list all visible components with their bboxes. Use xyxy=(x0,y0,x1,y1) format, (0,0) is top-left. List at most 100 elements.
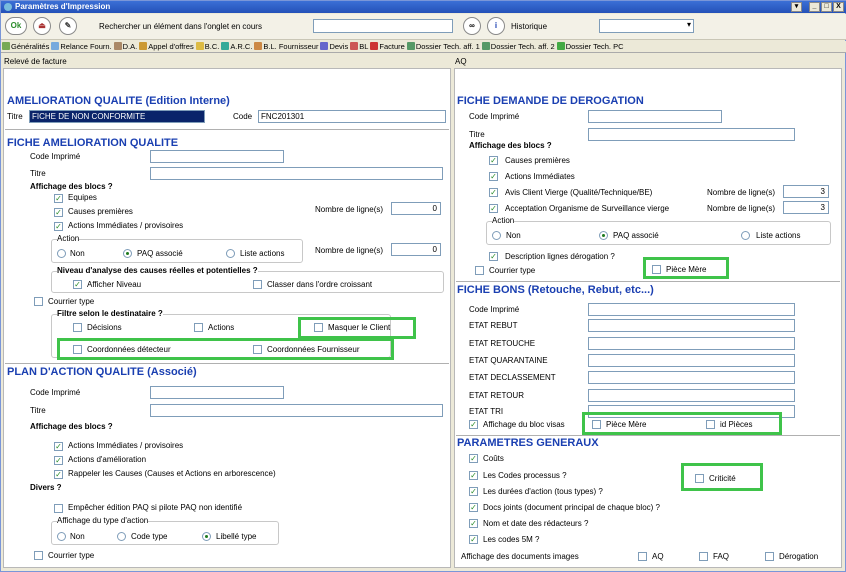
libelle-label: Libellé type xyxy=(216,532,257,541)
nb-lignes2-input[interactable]: 0 xyxy=(391,243,441,256)
restore-button[interactable]: ▾ xyxy=(791,2,802,12)
non2-label: Non xyxy=(70,532,85,541)
decisions-checkbox[interactable] xyxy=(73,323,82,332)
code-input[interactable]: FNC201301 xyxy=(258,110,446,123)
p-code-input[interactable] xyxy=(150,386,284,399)
r-non-radio[interactable] xyxy=(492,231,501,240)
search-input[interactable] xyxy=(313,19,453,33)
codes5m-label: Les codes 5M ? xyxy=(483,535,540,544)
r-causes-checkbox[interactable]: ✓ xyxy=(489,156,498,165)
ok-button[interactable]: Ok xyxy=(5,17,27,35)
avis-checkbox[interactable]: ✓ xyxy=(489,188,498,197)
tab-item[interactable]: Dossier Tech. aff. 2 xyxy=(481,41,556,52)
visas-checkbox[interactable]: ✓ xyxy=(469,420,478,429)
tab-item[interactable]: A.R.C. xyxy=(220,41,253,52)
r-actions-label: Actions Immédiates xyxy=(505,172,575,181)
app-icon xyxy=(4,3,12,11)
libelle-radio[interactable] xyxy=(202,532,211,541)
empecher-checkbox[interactable] xyxy=(54,504,63,513)
code-imprime-input[interactable] xyxy=(150,150,284,163)
liste-radio[interactable] xyxy=(226,249,235,258)
tab-icon xyxy=(556,42,565,50)
r-nb-input[interactable]: 3 xyxy=(783,185,829,198)
actions-checkbox[interactable] xyxy=(194,323,203,332)
paq-radio[interactable] xyxy=(123,249,132,258)
r-paq-radio[interactable] xyxy=(599,231,608,240)
couts-checkbox[interactable]: ✓ xyxy=(469,454,478,463)
r-code-input[interactable] xyxy=(588,110,722,123)
courrier-checkbox[interactable] xyxy=(34,297,43,306)
non-radio[interactable] xyxy=(57,249,66,258)
tab-item[interactable]: B.L. Fournisseur xyxy=(253,41,319,52)
minimize-button[interactable]: _ xyxy=(809,2,820,12)
codes5m-checkbox[interactable]: ✓ xyxy=(469,535,478,544)
tab-icon xyxy=(195,42,204,50)
bons-label: Code Imprimé xyxy=(469,305,520,314)
close-button[interactable]: X xyxy=(833,2,844,12)
p-actions-imm-checkbox[interactable]: ✓ xyxy=(54,442,63,451)
r-courrier-checkbox[interactable] xyxy=(475,266,484,275)
nom-checkbox[interactable]: ✓ xyxy=(469,519,478,528)
tab-item[interactable]: Facture xyxy=(369,41,405,52)
titre2-label: Titre xyxy=(30,169,46,178)
causes-checkbox[interactable]: ✓ xyxy=(54,208,63,217)
bons-input[interactable] xyxy=(588,303,795,316)
exit-icon[interactable]: ⏏ xyxy=(33,17,51,35)
equipes-checkbox[interactable]: ✓ xyxy=(54,194,63,203)
courrier2-checkbox[interactable] xyxy=(34,551,43,560)
history-select[interactable]: ▾ xyxy=(599,19,694,33)
p-rappeler-checkbox[interactable]: ✓ xyxy=(54,470,63,479)
code-type-radio[interactable] xyxy=(117,532,126,541)
tab-item[interactable]: D.A. xyxy=(113,41,139,52)
nb-lignes-input[interactable]: 0 xyxy=(391,202,441,215)
aff-type-label: Affichage du type d'action xyxy=(57,516,149,526)
r-liste-radio[interactable] xyxy=(741,231,750,240)
titre2-input[interactable] xyxy=(150,167,443,180)
derog-checkbox[interactable] xyxy=(765,552,774,561)
faq-checkbox[interactable] xyxy=(699,552,708,561)
titre-label: Titre xyxy=(7,112,23,121)
bons-input[interactable] xyxy=(588,319,795,332)
aq-checkbox[interactable] xyxy=(638,552,647,561)
nom-label: Nom et date des rédacteurs ? xyxy=(483,519,589,528)
bons-input[interactable] xyxy=(588,389,795,402)
tab-label: Dossier Tech. aff. 1 xyxy=(415,42,480,51)
bons-input[interactable] xyxy=(588,371,795,384)
binoculars-icon[interactable]: ∞ xyxy=(463,17,481,35)
durees-checkbox[interactable]: ✓ xyxy=(469,487,478,496)
p-actions-am-checkbox[interactable]: ✓ xyxy=(54,456,63,465)
r-titre-input[interactable] xyxy=(588,128,795,141)
bons-label: ETAT RETOUCHE xyxy=(469,339,536,348)
tab-item[interactable]: Dossier Tech. PC xyxy=(556,41,625,52)
non2-radio[interactable] xyxy=(57,532,66,541)
action-label: Action xyxy=(57,234,80,244)
desc-checkbox[interactable]: ✓ xyxy=(489,252,498,261)
code-label: Code xyxy=(233,112,253,121)
afficher-niveau-checkbox[interactable]: ✓ xyxy=(73,280,82,289)
accept-checkbox[interactable]: ✓ xyxy=(489,204,498,213)
tab-item[interactable]: B.C. xyxy=(195,41,221,52)
p-rappeler-label: Rappeler les Causes (Causes et Actions e… xyxy=(68,469,276,478)
docs-checkbox[interactable]: ✓ xyxy=(469,503,478,512)
classer-checkbox[interactable] xyxy=(253,280,262,289)
tab-item[interactable]: Relance Fourn. xyxy=(50,41,112,52)
tab-item[interactable]: Généralités xyxy=(1,41,50,52)
tab-label: Devis xyxy=(329,42,349,51)
tab-icon xyxy=(350,42,359,50)
r-actions-checkbox[interactable]: ✓ xyxy=(489,172,498,181)
tools-icon[interactable]: ✎ xyxy=(59,17,77,35)
actions-imm-checkbox[interactable]: ✓ xyxy=(54,222,63,231)
bons-input[interactable] xyxy=(588,337,795,350)
titre-input[interactable]: FICHE DE NON CONFORMITE xyxy=(29,110,205,123)
tab-item[interactable]: Devis xyxy=(319,41,349,52)
p-titre-input[interactable] xyxy=(150,404,443,417)
tab-icon xyxy=(221,42,230,50)
maximize-button[interactable]: □ xyxy=(821,2,832,12)
tab-item[interactable]: Appel d'offres xyxy=(138,41,195,52)
codes-proc-checkbox[interactable]: ✓ xyxy=(469,471,478,480)
tab-item[interactable]: BL xyxy=(349,41,369,52)
r-nb2-input[interactable]: 3 xyxy=(783,201,829,214)
tab-item[interactable]: Dossier Tech. aff. 1 xyxy=(406,41,481,52)
info-icon[interactable]: i xyxy=(487,17,505,35)
bons-input[interactable] xyxy=(588,354,795,367)
